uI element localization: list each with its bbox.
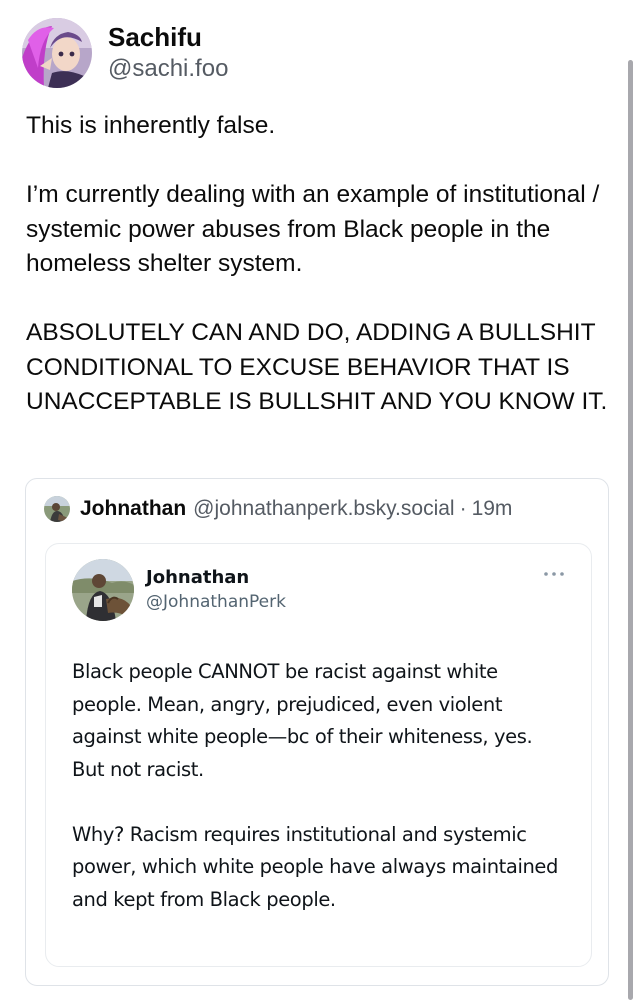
- tweet-paragraph: Black people CANNOT be racist against wh…: [72, 660, 533, 781]
- post-paragraph: This is inherently false.: [26, 112, 276, 139]
- scrollbar[interactable]: [628, 60, 633, 1000]
- post-author[interactable]: Sachifu @sachi.foo: [22, 18, 228, 88]
- post: Sachifu @sachi.foo This is inherently fa…: [0, 0, 638, 1000]
- tweet-text: Black people CANNOT be racist against wh…: [72, 656, 567, 916]
- tweet-display-name: Johnathan: [146, 567, 250, 588]
- avatar[interactable]: [22, 18, 92, 88]
- post-paragraph: I’m currently dealing with an example of…: [26, 181, 600, 277]
- embedded-tweet-screenshot: Johnathan @JohnathanPerk Black people CA…: [45, 543, 592, 967]
- tweet-header: Johnathan @JohnathanPerk: [72, 559, 286, 621]
- quoted-handle[interactable]: @johnathanperk.bsky.social: [193, 497, 454, 521]
- tweet-avatar: [72, 559, 134, 621]
- avatar-image: [22, 18, 92, 88]
- post-text: This is inherently false. I’m currently …: [26, 109, 616, 420]
- tweet-paragraph: Why? Racism requires institutional and s…: [72, 822, 559, 911]
- quoted-avatar-image: [44, 496, 70, 522]
- quoted-display-name[interactable]: Johnathan: [80, 497, 186, 521]
- author-display-name[interactable]: Sachifu: [108, 21, 228, 53]
- tweet-handle: @JohnathanPerk: [146, 592, 286, 612]
- author-handle[interactable]: @sachi.foo: [108, 53, 228, 85]
- quoted-author-avatar[interactable]: [44, 496, 70, 522]
- quoted-post[interactable]: Johnathan @johnathanperk.bsky.social · 1…: [25, 478, 609, 986]
- post-paragraph: ABSOLUTELY CAN AND DO, ADDING A BULLSHIT…: [26, 319, 608, 415]
- tweet-avatar-image: [72, 559, 134, 621]
- quoted-timestamp[interactable]: 19m: [472, 497, 513, 521]
- separator-dot: ·: [459, 497, 467, 520]
- quoted-post-header: Johnathan @johnathanperk.bsky.social · 1…: [44, 496, 512, 522]
- ellipsis-icon: [544, 572, 564, 576]
